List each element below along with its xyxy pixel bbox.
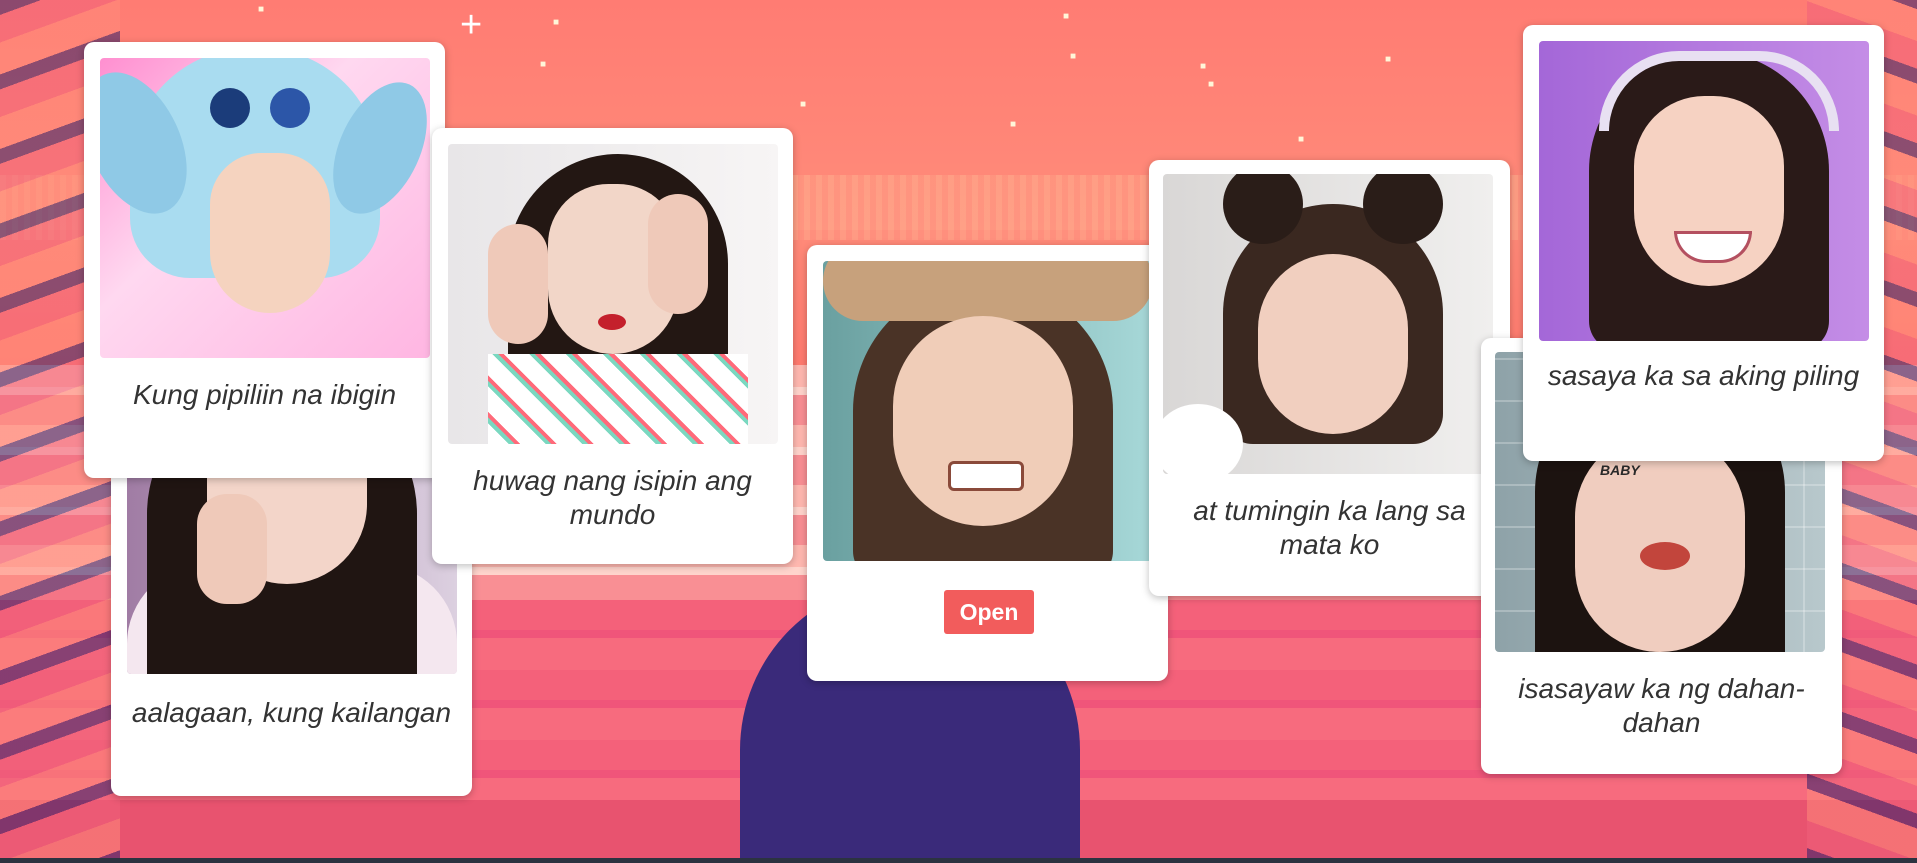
card-caption: at tumingin ka lang sa mata ko	[1193, 495, 1466, 560]
star-icon: ■	[1010, 119, 1017, 130]
star-icon: ■	[258, 4, 265, 15]
star-icon: ■	[1063, 11, 1070, 22]
photo-hair-buns	[1163, 174, 1493, 474]
photo-card-open: Open	[807, 245, 1168, 681]
card-caption: Kung pipiliin na ibigin	[132, 379, 397, 410]
photo-heart-hands	[448, 144, 778, 444]
card-caption: isasayaw ka ng dahan-dahan	[1518, 673, 1805, 738]
card-caption: aalagaan, kung kailangan	[131, 697, 452, 728]
star-icon: ■	[1208, 79, 1215, 90]
star-icon: ■	[1070, 51, 1077, 62]
star-icon: ■	[1298, 134, 1305, 145]
star-icon: ■	[800, 99, 807, 110]
photo-card-sasaya: sasaya ka sa aking piling	[1523, 25, 1884, 461]
star-icon: ■	[553, 17, 560, 28]
star-icon: ■	[1385, 54, 1392, 65]
photo-purple-smile	[1539, 41, 1869, 341]
star-icon: ■	[1200, 61, 1207, 72]
photo-blue-hat	[100, 58, 430, 358]
sparkle-icon: +	[460, 4, 483, 46]
photo-bear-ears	[823, 261, 1153, 561]
photo-card-at-tumingin: at tumingin ka lang sa mata ko	[1149, 160, 1510, 596]
photo-card-huwag-nang: huwag nang isipin ang mundo	[432, 128, 793, 564]
bottom-scrollbar	[0, 858, 1917, 863]
tattoo-text: BABY	[1600, 462, 1640, 478]
scene: + ■ ■ ■ ■ ■ ■ ■ ■ ■ ■ ■ aalagaan, kung k…	[0, 0, 1917, 863]
photo-card-kung-pipiliin: Kung pipiliin na ibigin	[84, 42, 445, 478]
card-caption: sasaya ka sa aking piling	[1547, 360, 1860, 391]
card-caption: huwag nang isipin ang mundo	[473, 465, 752, 530]
star-icon: ■	[540, 59, 547, 70]
open-button[interactable]: Open	[944, 590, 1034, 634]
